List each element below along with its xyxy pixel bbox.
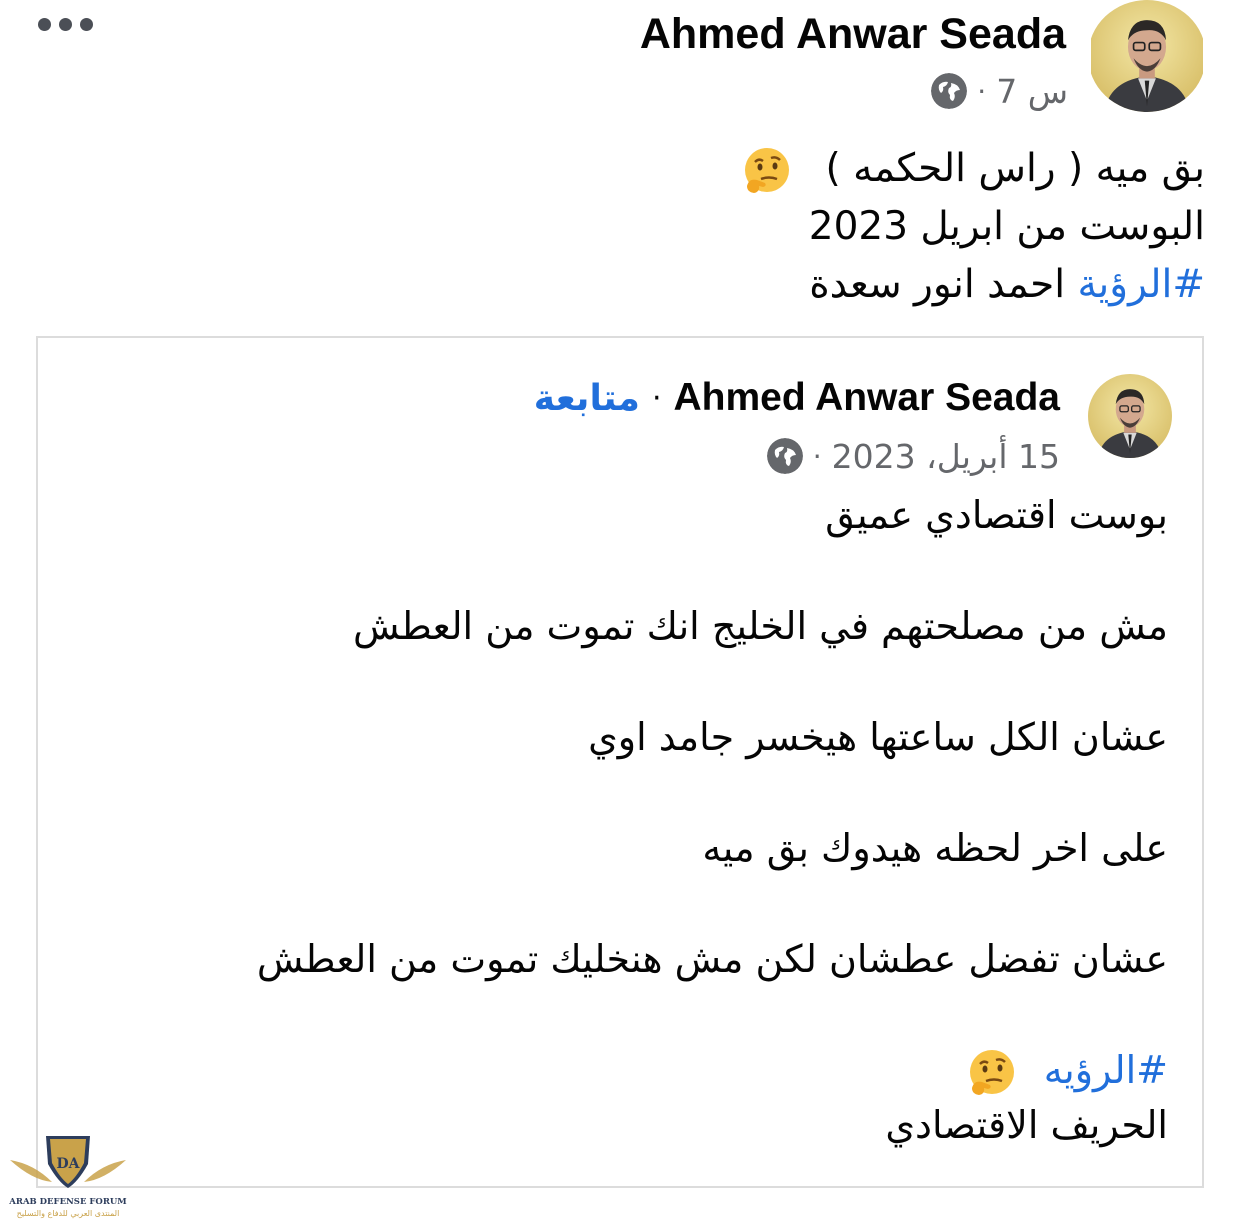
shared-post-card[interactable]: متابعة · Ahmed Anwar Seada · 15 أبريل، 2… (36, 336, 1204, 1188)
shared-signature: الحريف الاقتصادي (885, 1103, 1168, 1147)
dot (59, 17, 72, 31)
post-line: #الرؤية احمد انور سعدة (809, 262, 1205, 307)
dot (80, 17, 93, 31)
shared-hashtag-line: #الرؤيه (257, 1043, 1168, 1098)
post-line: البوست من ابريل 2023 (808, 204, 1205, 249)
shared-author-name[interactable]: Ahmed Anwar Seada (674, 376, 1061, 420)
separator-dot: · (651, 380, 662, 416)
dot (38, 17, 51, 31)
follow-button[interactable]: متابعة (534, 378, 640, 419)
shared-date[interactable]: 15 أبريل، 2023 (832, 437, 1060, 476)
shared-paragraph: عشان تفضل عطشان لكن مش هنخليك تموت من ال… (256, 937, 1168, 981)
arab-defense-forum-watermark-icon: DA ARAB DEFENSE FORUM المنتدى العربي للد… (8, 1136, 127, 1218)
svg-text:ARAB DEFENSE FORUM: ARAB DEFENSE FORUM (8, 1197, 127, 1207)
globe-icon (931, 73, 968, 109)
thinking-face-emoji-icon (969, 1049, 1014, 1095)
more-options-button[interactable] (38, 12, 98, 36)
post-meta: · 7 س (931, 68, 1068, 114)
svg-text:المنتدى العربي للدفاع والتسليح: المنتدى العربي للدفاع والتسليح (17, 1209, 120, 1218)
post-body: بق ميه ( راس الحكمه ) البوست من ابريل 20… (741, 140, 1205, 314)
post-time[interactable]: 7 س (996, 72, 1068, 111)
hashtag-link[interactable]: #الرؤية (1077, 262, 1205, 307)
shared-body: بوست اقتصادي عميق مش من مصلحتهم في الخلي… (257, 488, 1168, 1153)
thinking-face-emoji-icon (745, 147, 790, 193)
svg-text:DA: DA (56, 1156, 80, 1172)
shared-paragraph: على اخر لحظه هيدوك بق ميه (702, 826, 1168, 870)
globe-icon (766, 438, 803, 474)
shared-paragraph: بوست اقتصادي عميق (825, 493, 1168, 537)
separator-dot: · (977, 74, 987, 108)
shared-meta: · 15 أبريل، 2023 (766, 434, 1060, 478)
shared-header: متابعة · Ahmed Anwar Seada (534, 376, 1060, 420)
shared-paragraph: عشان الكل ساعتها هيخسر جامد اوي (588, 715, 1168, 759)
shared-paragraph: مش من مصلحتهم في الخليج انك تموت من العط… (353, 604, 1168, 648)
author-name[interactable]: Ahmed Anwar Seada (640, 8, 1066, 60)
shared-author-avatar[interactable] (1088, 374, 1172, 458)
author-avatar[interactable] (1088, 0, 1206, 112)
hashtag-link[interactable]: #الرؤيه (1044, 1048, 1168, 1092)
post-line: بق ميه ( راس الحكمه ) (741, 140, 1205, 198)
separator-dot: · (812, 439, 822, 473)
